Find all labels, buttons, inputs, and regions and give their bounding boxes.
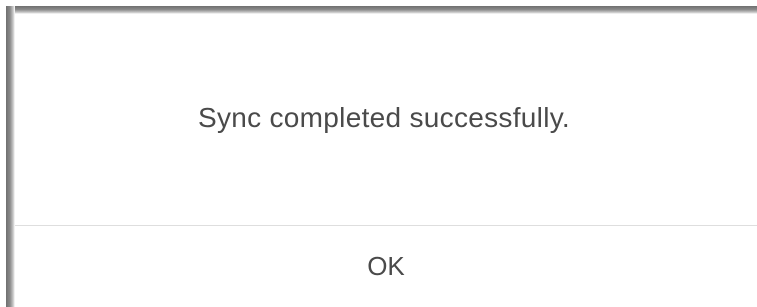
dialog-message-area: Sync completed successfully. xyxy=(15,14,757,225)
ok-button[interactable]: OK xyxy=(15,226,757,307)
dialog-message: Sync completed successfully. xyxy=(197,101,571,133)
sync-complete-dialog: Sync completed successfully. OK xyxy=(15,14,757,307)
window-shadow-top xyxy=(10,6,757,14)
window-shadow-left xyxy=(6,6,15,307)
screenshot-frame: Sync completed successfully. OK xyxy=(0,0,757,307)
